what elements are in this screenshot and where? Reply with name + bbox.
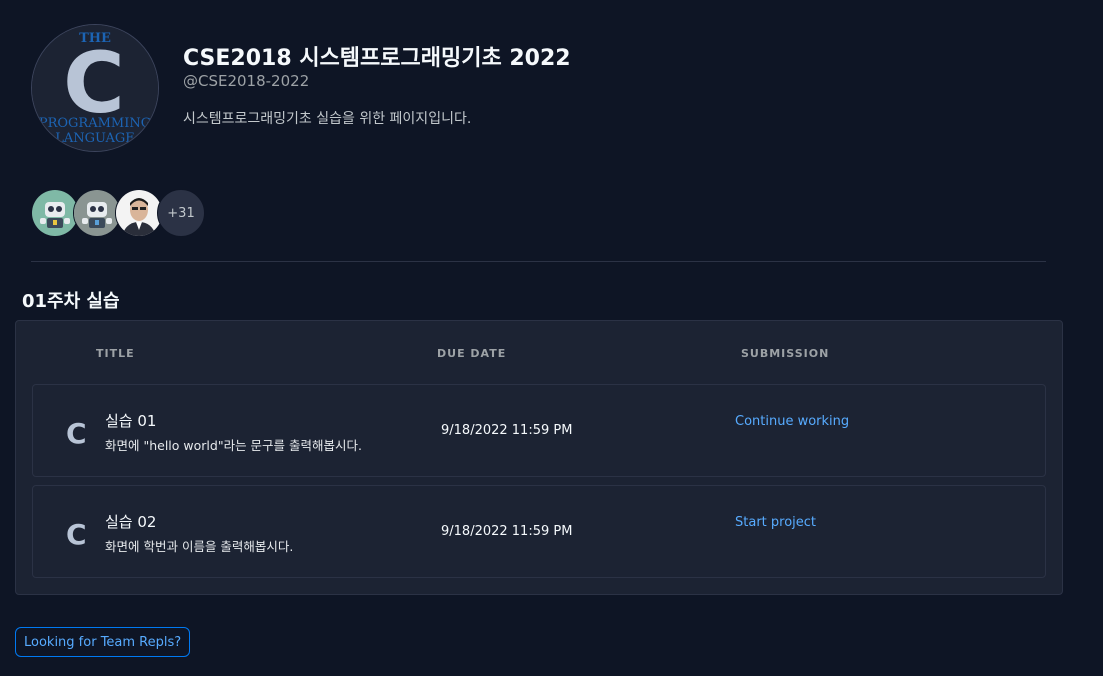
project-title[interactable]: 실습 02 bbox=[105, 511, 156, 532]
column-header-due-date: DUE DATE bbox=[437, 347, 507, 360]
continue-working-link[interactable]: Continue working bbox=[735, 414, 849, 429]
robot-avatar-icon[interactable] bbox=[73, 189, 121, 237]
team-logo: THE C PROGRAMMING LANGUAGE bbox=[31, 24, 159, 152]
team-description: 시스템프로그래밍기초 실습을 위한 페이지입니다. bbox=[183, 111, 472, 127]
logo-text-mid: PROGRAMMING bbox=[39, 116, 151, 131]
table-row[interactable]: C 실습 01 화면에 "hello world"라는 문구를 출력해봅시다. … bbox=[32, 384, 1046, 477]
column-header-submission: SUBMISSION bbox=[741, 347, 830, 360]
start-project-link[interactable]: Start project bbox=[735, 515, 816, 530]
column-header-title: TITLE bbox=[96, 347, 135, 360]
table-row[interactable]: C 실습 02 화면에 학번과 이름을 출력해봅시다. 9/18/2022 11… bbox=[32, 485, 1046, 578]
c-language-icon: C bbox=[66, 417, 87, 450]
team-name: CSE2018 시스템프로그래밍기초 2022 bbox=[183, 46, 571, 71]
project-description: 화면에 학번과 이름을 출력해봅시다. bbox=[105, 539, 294, 554]
team-handle: @CSE2018-2022 bbox=[183, 72, 310, 90]
logo-text-bottom: LANGUAGE bbox=[55, 131, 135, 146]
project-description: 화면에 "hello world"라는 문구를 출력해봅시다. bbox=[105, 438, 362, 453]
project-due-date: 9/18/2022 11:59 PM bbox=[441, 423, 573, 438]
c-language-icon: C bbox=[66, 518, 87, 551]
projects-table: TITLE DUE DATE SUBMISSION C 실습 01 화면에 "h… bbox=[15, 320, 1063, 595]
person-avatar[interactable] bbox=[115, 189, 163, 237]
divider bbox=[31, 261, 1046, 262]
section-title: 01주차 실습 bbox=[22, 291, 120, 312]
project-title[interactable]: 실습 01 bbox=[105, 410, 156, 431]
team-page: THE C PROGRAMMING LANGUAGE CSE2018 시스템프로… bbox=[0, 0, 1103, 676]
team-repls-button[interactable]: Looking for Team Repls? bbox=[15, 627, 191, 657]
project-due-date: 9/18/2022 11:59 PM bbox=[441, 524, 573, 539]
robot-avatar-icon[interactable] bbox=[31, 189, 79, 237]
more-members-badge[interactable]: +31 bbox=[157, 189, 205, 237]
